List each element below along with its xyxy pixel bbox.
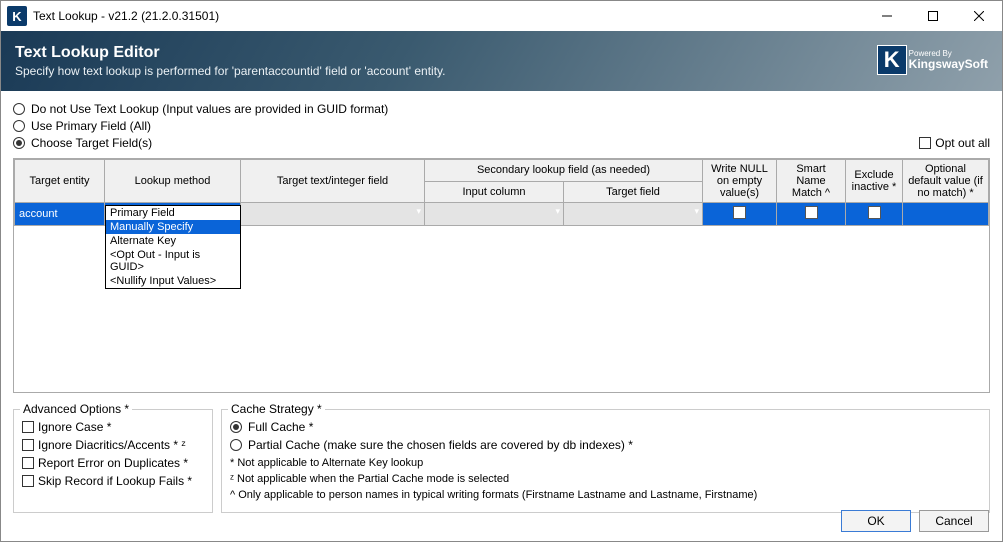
dropdown-option[interactable]: <Nullify Input Values>	[106, 274, 240, 288]
radio-icon	[13, 103, 25, 115]
advanced-legend: Advanced Options *	[20, 402, 132, 416]
cell-write-null[interactable]	[703, 203, 777, 226]
checkbox-icon	[22, 421, 34, 433]
maximize-button[interactable]	[910, 1, 956, 31]
cache-legend: Cache Strategy *	[228, 402, 325, 416]
window-title: Text Lookup - v21.2 (21.2.0.31501)	[33, 9, 864, 23]
chevron-down-icon: ▾	[555, 206, 560, 217]
radio-icon	[230, 421, 242, 433]
checkbox-icon	[805, 206, 818, 219]
radio-icon	[13, 137, 25, 149]
col-target-field[interactable]: Target field	[564, 181, 703, 203]
checkbox-icon	[22, 457, 34, 469]
brand-logo: K Powered By KingswaySoft	[877, 45, 988, 75]
skip-record-checkbox[interactable]: Skip Record if Lookup Fails *	[22, 474, 204, 488]
radio-primary-field[interactable]: Use Primary Field (All)	[13, 119, 990, 133]
banner-heading: Text Lookup Editor	[15, 44, 446, 62]
radio-label: Do not Use Text Lookup (Input values are…	[31, 102, 388, 116]
cell-target-entity[interactable]: account	[15, 203, 105, 226]
lookup-method-dropdown[interactable]: Primary Field Manually Specify Alternate…	[105, 205, 241, 289]
partial-cache-radio[interactable]: Partial Cache (make sure the chosen fiel…	[230, 438, 981, 452]
checkbox-icon	[22, 475, 34, 487]
col-secondary[interactable]: Secondary lookup field (as needed)	[425, 160, 703, 182]
dropdown-option[interactable]: <Opt Out - Input is GUID>	[106, 248, 240, 274]
footnote: ᶻ Not applicable when the Partial Cache …	[230, 472, 981, 488]
cell-target-field[interactable]: ▾	[564, 203, 703, 226]
cell-smart-name[interactable]	[777, 203, 846, 226]
col-optional-default[interactable]: Optional default value (if no match) *	[903, 160, 989, 203]
app-icon: K	[7, 6, 27, 26]
radio-label: Use Primary Field (All)	[31, 119, 151, 133]
cell-exclude-inactive[interactable]	[846, 203, 903, 226]
dropdown-option[interactable]: Primary Field	[106, 206, 240, 220]
cache-strategy-panel: Cache Strategy * Full Cache * Partial Ca…	[221, 409, 990, 513]
header-banner: Text Lookup Editor Specify how text look…	[1, 31, 1002, 91]
radio-choose-target[interactable]: Choose Target Field(s) Opt out all	[13, 136, 990, 150]
banner-subtitle: Specify how text lookup is performed for…	[15, 64, 446, 78]
full-cache-radio[interactable]: Full Cache *	[230, 420, 981, 434]
ignore-diacritics-checkbox[interactable]: Ignore Diacritics/Accents * ᶻ	[22, 438, 204, 452]
checkbox-icon	[919, 137, 931, 149]
ignore-case-checkbox[interactable]: Ignore Case *	[22, 420, 204, 434]
cancel-button[interactable]: Cancel	[919, 510, 989, 532]
minimize-button[interactable]	[864, 1, 910, 31]
cell-input-column[interactable]: ▾	[425, 203, 564, 226]
optout-all-label: Opt out all	[935, 136, 990, 150]
lookup-grid: Target entity Lookup method Target text/…	[13, 158, 990, 393]
radio-icon	[13, 120, 25, 132]
footnote: * Not applicable to Alternate Key lookup	[230, 456, 981, 472]
checkbox-icon	[22, 439, 34, 451]
col-target-entity[interactable]: Target entity	[15, 160, 105, 203]
radio-label: Choose Target Field(s)	[31, 136, 152, 150]
chevron-down-icon: ▾	[694, 206, 699, 217]
optout-all-checkbox[interactable]: Opt out all	[919, 136, 990, 150]
cell-optional-default[interactable]	[903, 203, 989, 226]
col-target-text[interactable]: Target text/integer field	[241, 160, 425, 203]
ok-button[interactable]: OK	[841, 510, 911, 532]
advanced-options-panel: Advanced Options * Ignore Case * Ignore …	[13, 409, 213, 513]
col-smart-name[interactable]: Smart Name Match ^	[777, 160, 846, 203]
chevron-down-icon: ▾	[416, 206, 421, 217]
checkbox-icon	[733, 206, 746, 219]
col-lookup-method[interactable]: Lookup method	[105, 160, 241, 203]
radio-no-lookup[interactable]: Do not Use Text Lookup (Input values are…	[13, 102, 990, 116]
col-write-null[interactable]: Write NULL on empty value(s)	[703, 160, 777, 203]
footnote: ^ Only applicable to person names in typ…	[230, 488, 981, 504]
dropdown-option[interactable]: Manually Specify	[106, 220, 240, 234]
report-error-checkbox[interactable]: Report Error on Duplicates *	[22, 456, 204, 470]
dropdown-option[interactable]: Alternate Key	[106, 234, 240, 248]
col-input-column[interactable]: Input column	[425, 181, 564, 203]
title-bar: K Text Lookup - v21.2 (21.2.0.31501)	[1, 1, 1002, 31]
close-button[interactable]	[956, 1, 1002, 31]
col-exclude-inactive[interactable]: Exclude inactive *	[846, 160, 903, 203]
cell-target-text[interactable]: ▾	[241, 203, 425, 226]
radio-icon	[230, 439, 242, 451]
checkbox-icon	[868, 206, 881, 219]
